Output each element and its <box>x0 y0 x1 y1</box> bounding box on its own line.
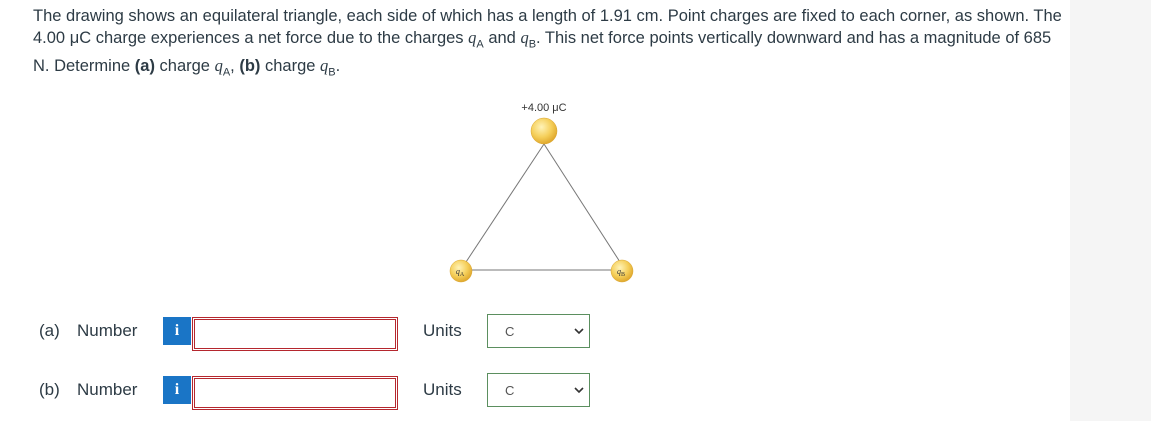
symbol-qb: qB <box>320 56 336 79</box>
units-select-value: C <box>505 383 515 398</box>
chevron-down-icon <box>574 328 584 335</box>
units-select-value: C <box>505 324 515 339</box>
right-gutter <box>1070 0 1151 421</box>
question-text-part: charge <box>260 57 321 76</box>
triangle-side-left <box>465 143 545 263</box>
info-icon[interactable]: i <box>163 317 191 345</box>
answer-row-a: (a) Number i Units C <box>0 314 700 351</box>
info-icon[interactable]: i <box>163 376 191 404</box>
symbol-qb: qB <box>520 28 537 51</box>
number-input-a[interactable] <box>192 317 398 351</box>
symbol-qa: qA <box>214 56 231 79</box>
part-label: (a) <box>39 321 60 340</box>
unit-microcoulomb: μC <box>69 29 92 47</box>
triangle-diagram: +4.00 μC qA qB <box>449 102 634 283</box>
units-label: Units <box>423 380 462 399</box>
triangle-side-right <box>543 143 621 263</box>
number-input-b[interactable] <box>192 376 398 410</box>
question-text-part: , <box>230 57 240 76</box>
top-charge-label: +4.00 μC <box>521 102 566 114</box>
question-text-part: charge <box>154 57 215 76</box>
part-label: (b) <box>39 380 60 399</box>
question-text-part: . <box>335 57 341 76</box>
chevron-down-icon <box>574 387 584 394</box>
top-charge <box>530 117 558 145</box>
part-a-label: (a) <box>134 57 155 76</box>
question-text: The drawing shows an equilateral triangl… <box>33 5 1063 84</box>
symbol-qa: qA <box>468 28 484 51</box>
charge-qa <box>449 259 473 283</box>
units-select-a[interactable]: C <box>487 314 590 348</box>
number-label: Number <box>77 380 138 399</box>
charge-qb <box>610 259 634 283</box>
number-label: Number <box>77 321 138 340</box>
question-panel: The drawing shows an equilateral triangl… <box>0 0 1070 421</box>
question-text-part: and <box>483 29 521 47</box>
part-b-label: (b) <box>239 57 261 76</box>
question-text-part: charge experiences a net force due to th… <box>91 29 469 47</box>
units-select-b[interactable]: C <box>487 373 590 407</box>
answer-row-b: (b) Number i Units C <box>0 373 700 410</box>
units-label: Units <box>423 321 462 340</box>
